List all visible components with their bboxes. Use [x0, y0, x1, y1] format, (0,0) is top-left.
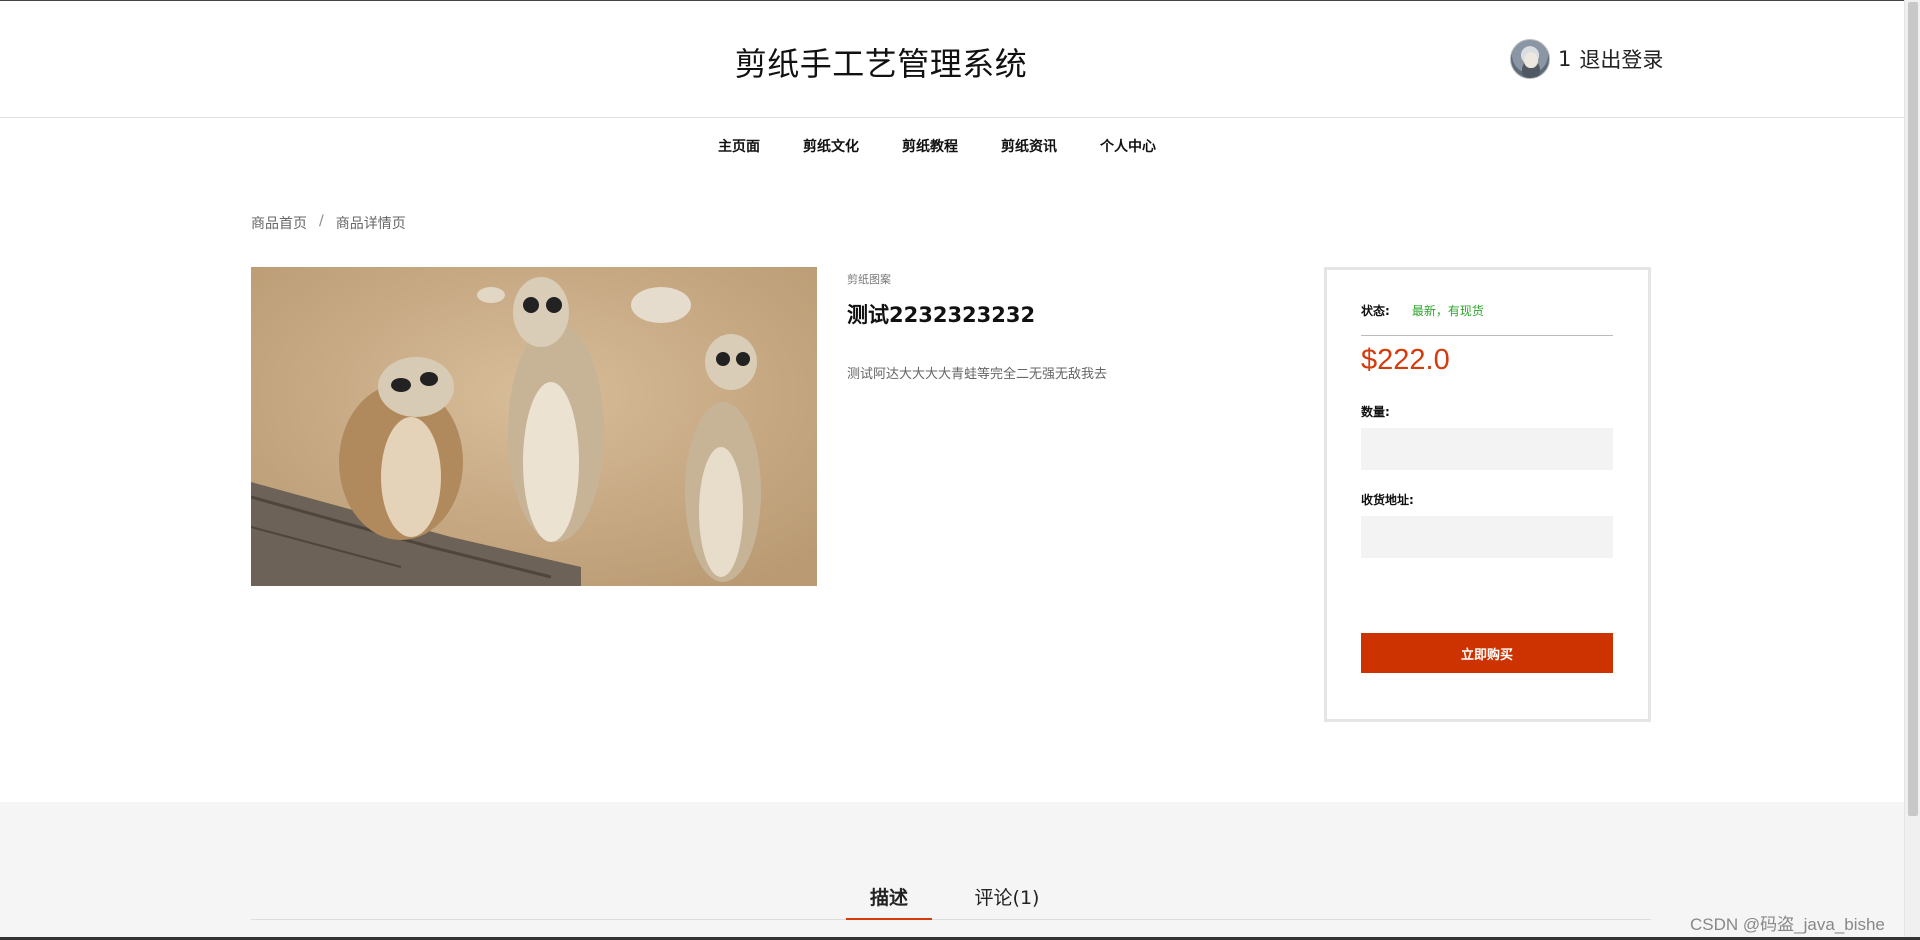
quantity-label: 数量:	[1361, 405, 1390, 419]
main-nav: 主页面 剪纸文化 剪纸教程 剪纸资讯 个人中心	[0, 119, 1904, 174]
product-name: 测试2232323232	[847, 303, 1036, 327]
purchase-panel: 状态: 最新，有现货 $222.0 数量: 收货地址: 立即购买	[1324, 267, 1651, 722]
price: $222.0	[1361, 344, 1450, 376]
site-title: 剪纸手工艺管理系统	[734, 45, 1028, 83]
tab-bar: 描述 评论(1)	[251, 880, 1651, 920]
product-category: 剪纸图案	[847, 273, 891, 286]
logout-link[interactable]: 退出登录	[1579, 44, 1663, 74]
page: 剪纸手工艺管理系统 1 退出登录 主页面 剪纸文化 剪纸教程 剪纸资讯 个人中心…	[0, 0, 1904, 940]
meerkats-photo	[251, 267, 817, 586]
address-label: 收货地址:	[1361, 493, 1414, 507]
status-label: 状态:	[1361, 304, 1390, 318]
watermark: CSDN @码盗_java_bishe	[1690, 915, 1885, 934]
product-description: 测试阿达大大大大青蛙等完全二无强无敌我去	[847, 367, 1108, 382]
nav-item-home[interactable]: 主页面	[718, 136, 760, 156]
vertical-scrollbar[interactable]	[1904, 0, 1920, 940]
product-info: 剪纸图案 测试2232323232 测试阿达大大大大青蛙等完全二无强无敌我去	[847, 271, 1287, 382]
user-name: 1	[1558, 47, 1572, 71]
nav-item-tutorials[interactable]: 剪纸教程	[902, 136, 958, 156]
buy-now-button[interactable]: 立即购买	[1361, 633, 1613, 673]
nav-items: 主页面 剪纸文化 剪纸教程 剪纸资讯 个人中心	[718, 136, 1156, 156]
avatar-face-icon	[1524, 52, 1538, 68]
breadcrumb-separator: /	[319, 213, 324, 229]
site-header: 剪纸手工艺管理系统 1 退出登录	[0, 1, 1904, 118]
nav-item-news[interactable]: 剪纸资讯	[1001, 136, 1057, 156]
product-image	[251, 267, 817, 586]
tabs-section: 描述 评论(1)	[0, 802, 1904, 940]
status-row: 状态: 最新，有现货	[1361, 302, 1613, 336]
breadcrumb-current: 商品详情页	[335, 216, 406, 232]
breadcrumb: 商品首页 / 商品详情页	[251, 213, 406, 233]
quantity-input[interactable]	[1361, 428, 1613, 470]
tab-comments[interactable]: 评论(1)	[962, 880, 1052, 920]
status-value: 最新，有现货	[1411, 304, 1484, 318]
address-input[interactable]	[1361, 516, 1613, 558]
user-box: 1 退出登录	[1510, 39, 1663, 79]
avatar[interactable]	[1510, 39, 1550, 79]
nav-item-culture[interactable]: 剪纸文化	[803, 136, 859, 156]
breadcrumb-home[interactable]: 商品首页	[251, 213, 307, 233]
nav-item-profile[interactable]: 个人中心	[1100, 136, 1156, 156]
tab-description[interactable]: 描述	[846, 880, 932, 920]
scrollbar-thumb[interactable]	[1908, 2, 1918, 816]
